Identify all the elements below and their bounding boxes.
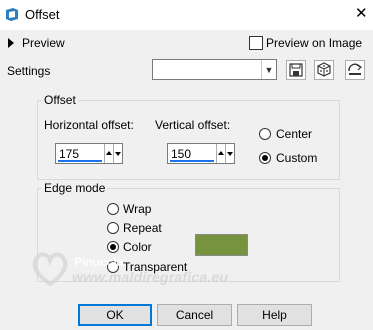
close-button[interactable]: ✕ [355,6,368,21]
vertical-offset-value: 150 [171,147,192,161]
edge-color-swatch[interactable] [195,234,248,256]
stepper-down-button[interactable] [113,144,122,163]
focus-underline [58,160,102,162]
wrap-radio[interactable] [107,203,119,215]
watermark-heart-icon [32,252,68,287]
arrow-down-icon [115,152,121,156]
dice-icon [317,62,331,77]
vertical-offset-label: Vertical offset: [155,118,231,132]
vertical-offset-input[interactable]: 150 [167,143,235,164]
focus-underline [170,160,214,162]
horizontal-offset-label: Horizontal offset: [44,118,134,132]
save-preset-button[interactable] [286,60,306,80]
stepper-up-button[interactable] [216,144,225,163]
floppy-disk-icon [289,63,303,77]
repeat-radio[interactable] [107,222,119,234]
preview-on-image-checkbox[interactable] [249,36,263,50]
chevron-down-icon[interactable]: ▼ [261,60,276,79]
cancel-button[interactable]: Cancel [157,304,232,326]
watermark-url: www.maldiregrafica.eu [72,269,229,285]
reset-arrow-icon [348,63,363,75]
watermark-name: Pinuccia [74,255,124,269]
randomize-button[interactable] [314,60,334,80]
settings-label: Settings [7,64,51,78]
center-label[interactable]: Center [276,127,312,141]
horizontal-offset-value: 175 [59,147,80,161]
offset-group-title: Offset [42,93,78,107]
repeat-label[interactable]: Repeat [123,221,162,235]
preview-on-image-label[interactable]: Preview on Image [266,36,362,50]
horizontal-offset-input[interactable]: 175 [55,143,123,164]
arrow-up-icon [106,151,112,155]
wrap-label[interactable]: Wrap [123,202,151,216]
stepper-down-button[interactable] [225,144,234,163]
window-title: Offset [25,7,60,22]
app-icon [6,8,18,21]
expand-arrow-icon[interactable] [8,38,14,48]
custom-radio[interactable] [259,152,271,164]
center-radio[interactable] [259,128,271,140]
arrow-up-icon [218,151,224,155]
title-bar: Offset ✕ [0,0,373,30]
ok-button[interactable]: OK [78,304,152,326]
horizontal-offset-stepper[interactable] [104,144,123,163]
preview-toggle[interactable]: Preview [22,36,65,50]
custom-label[interactable]: Custom [276,151,317,165]
settings-preset-dropdown[interactable]: ▼ [152,59,277,80]
stepper-up-button[interactable] [104,144,113,163]
help-button[interactable]: Help [237,304,312,326]
color-radio[interactable] [107,241,119,253]
arrow-down-icon [227,152,233,156]
color-label[interactable]: Color [123,240,152,254]
edge-mode-group-title: Edge mode [42,181,108,195]
reset-button[interactable] [345,60,365,80]
vertical-offset-stepper[interactable] [216,144,235,163]
